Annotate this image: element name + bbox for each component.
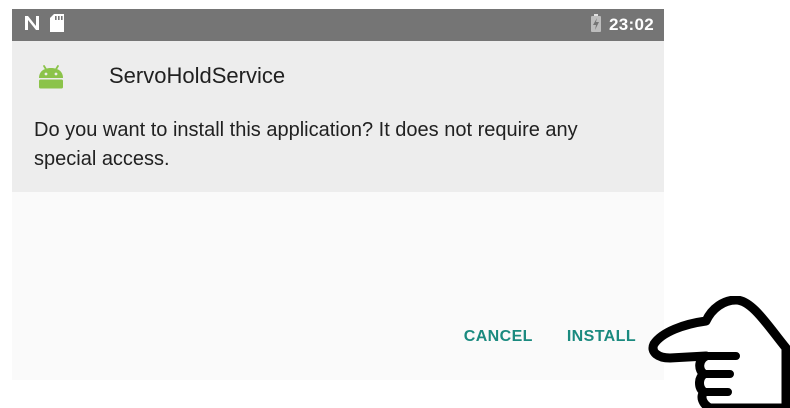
- stage: 23:02 ServoHoldService Do you want to in…: [0, 0, 790, 408]
- install-message: Do you want to install this application?…: [34, 119, 578, 170]
- status-right: 23:02: [591, 9, 654, 41]
- android-icon: [36, 61, 66, 91]
- device-screen: 23:02 ServoHoldService Do you want to in…: [12, 9, 664, 380]
- status-time: 23:02: [609, 15, 654, 34]
- dialog-action-bar: CANCEL INSTALL: [464, 319, 664, 355]
- sd-card-icon: [49, 13, 65, 37]
- install-button[interactable]: INSTALL: [567, 328, 636, 346]
- hand-pointer-icon: [640, 295, 790, 408]
- dialog-header-panel: ServoHoldService Do you want to install …: [12, 41, 664, 192]
- battery-charging-icon: [591, 13, 602, 37]
- status-left-icons: [24, 13, 65, 37]
- cancel-button[interactable]: CANCEL: [464, 328, 533, 346]
- status-bar: 23:02: [12, 9, 664, 41]
- app-title: ServoHoldService: [109, 63, 286, 88]
- n-notification-icon: [24, 15, 40, 36]
